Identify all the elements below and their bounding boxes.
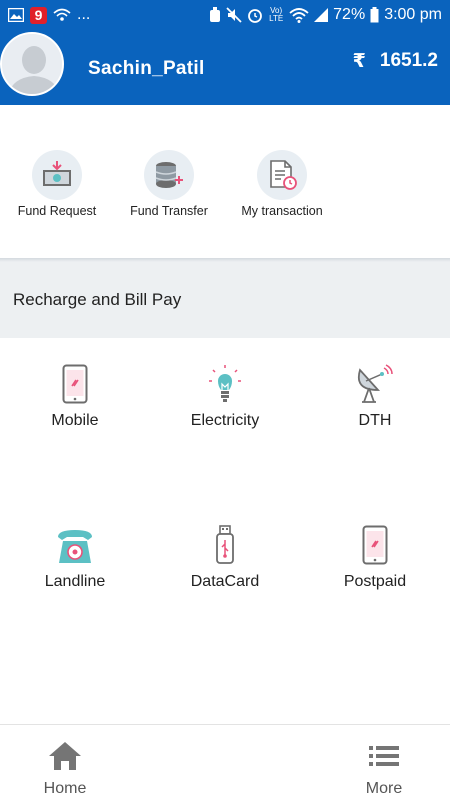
- service-datacard-label: DataCard: [190, 573, 260, 590]
- gallery-notification-icon: [8, 8, 24, 22]
- nav-home[interactable]: Home: [25, 741, 105, 798]
- service-datacard[interactable]: DataCard: [150, 521, 300, 591]
- my-transaction-label: My transaction: [241, 204, 323, 218]
- service-electricity[interactable]: Electricity: [150, 360, 300, 430]
- nav-home-label: Home: [43, 780, 87, 797]
- service-dth[interactable]: DTH: [300, 360, 450, 430]
- app-badge-icon: 9: [30, 6, 47, 24]
- balance-amount: 1651.2: [379, 50, 438, 71]
- volte-label: Vo) LTE: [269, 6, 284, 23]
- rupee-symbol: ₹: [352, 51, 366, 72]
- bulb-icon: [150, 360, 300, 404]
- service-postpaid[interactable]: Postpaid: [300, 521, 450, 591]
- nav-more-label: More: [365, 780, 403, 797]
- avatar[interactable]: [0, 32, 64, 96]
- fund-transfer-label: Fund Transfer: [130, 204, 208, 218]
- fund-request-icon: [32, 150, 82, 200]
- satellite-dish-icon: [300, 360, 450, 404]
- username: Sachin_Patil: [88, 58, 205, 79]
- overflow-indicator: ...: [77, 6, 91, 23]
- usb-icon: [150, 521, 300, 565]
- wifi-notification-icon: [53, 8, 71, 22]
- my-transaction-button[interactable]: My transaction: [236, 150, 328, 218]
- service-mobile[interactable]: Mobile: [0, 360, 150, 430]
- telephone-icon: [0, 521, 150, 565]
- mute-icon: [226, 7, 242, 23]
- home-icon: [49, 742, 81, 770]
- battery-percent: 72%: [333, 6, 366, 23]
- service-dth-label: DTH: [358, 412, 392, 429]
- quick-actions: Fund Request Fund Transfer My transactio…: [0, 115, 450, 260]
- nav-more[interactable]: More: [344, 741, 424, 798]
- cell-signal-icon: [314, 8, 329, 22]
- service-mobile-label: Mobile: [51, 412, 99, 429]
- bottom-nav: Home More: [0, 724, 450, 800]
- fund-transfer-icon: [144, 150, 194, 200]
- alarm-icon: [247, 7, 263, 23]
- service-electricity-label: Electricity: [190, 412, 260, 429]
- service-landline[interactable]: Landline: [0, 521, 150, 591]
- clock: 3:00 pm: [384, 6, 442, 23]
- services-grid: Mobile Electricity DTH Landline DataCard…: [0, 338, 450, 723]
- battery-icon: [370, 7, 379, 23]
- android-debug-icon: [209, 7, 221, 23]
- transaction-icon: [257, 150, 307, 200]
- profile-header: Sachin_Patil ₹ 1651.2: [0, 30, 450, 105]
- postpaid-mobile-icon: [300, 521, 450, 565]
- section-header: Recharge and Bill Pay: [0, 262, 450, 338]
- service-postpaid-label: Postpaid: [343, 573, 407, 590]
- fund-request-button[interactable]: Fund Request: [16, 150, 98, 218]
- service-landline-label: Landline: [44, 573, 106, 590]
- wallet-balance: ₹ 1651.2: [353, 50, 438, 73]
- mobile-icon: [0, 360, 150, 404]
- menu-list-icon: [369, 746, 399, 766]
- fund-request-label: Fund Request: [17, 204, 97, 218]
- wifi-signal-icon: [289, 7, 309, 23]
- user-silhouette-icon: [2, 34, 62, 94]
- status-bar: 9 ... Vo) LTE 72% 3:00 pm: [0, 0, 450, 30]
- section-title: Recharge and Bill Pay: [13, 290, 182, 309]
- fund-transfer-button[interactable]: Fund Transfer: [126, 150, 212, 218]
